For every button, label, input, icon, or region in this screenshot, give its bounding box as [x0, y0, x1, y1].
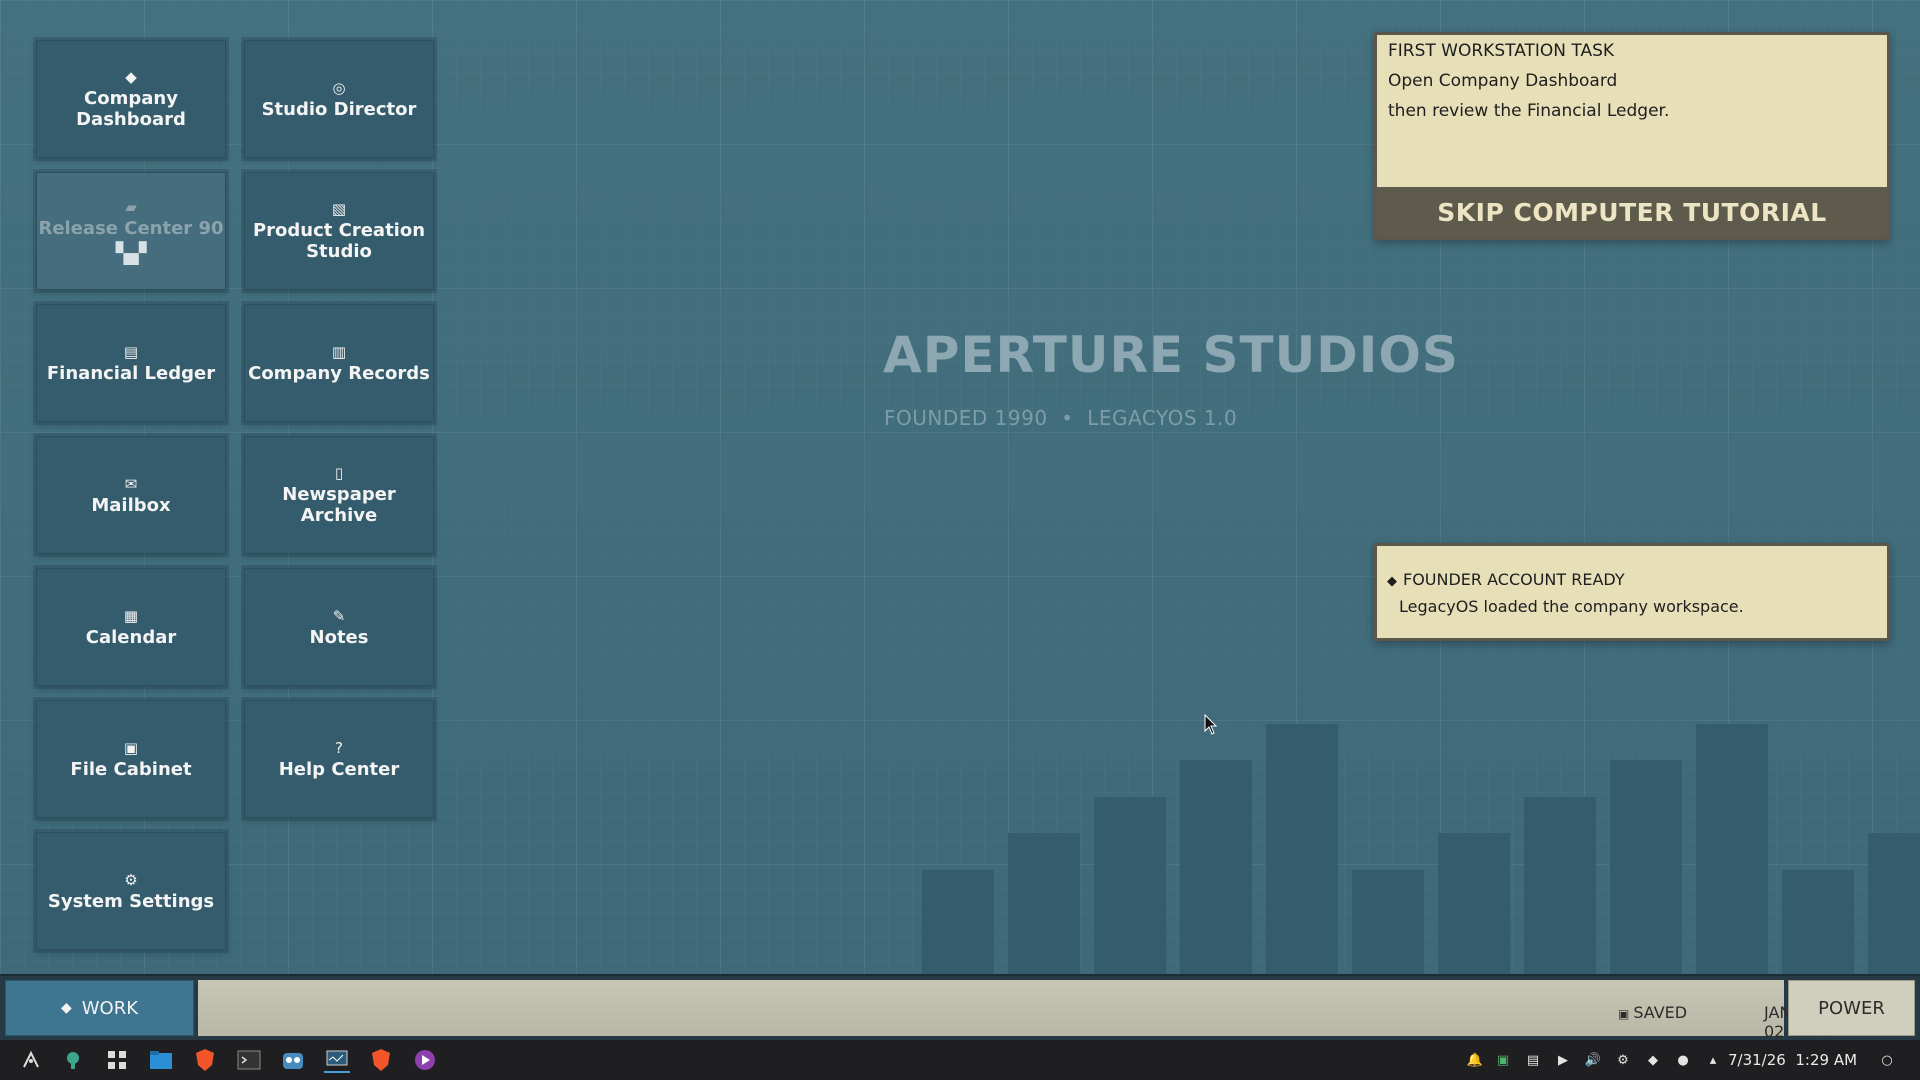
- media-icon[interactable]: ▶: [1554, 1051, 1572, 1069]
- tutorial-task-card: FIRST WORKSTATION TASK Open Company Dash…: [1374, 32, 1890, 240]
- terminal-icon[interactable]: [236, 1047, 262, 1073]
- work-label: WORK: [81, 997, 139, 1019]
- plasma-icon[interactable]: [60, 1047, 86, 1073]
- brave-browser-icon[interactable]: [192, 1047, 218, 1073]
- release-center-label: Release Center 90: [38, 217, 224, 239]
- settings-icon[interactable]: ⚙: [1614, 1051, 1632, 1069]
- show-desktop-icon[interactable]: ○: [1878, 1051, 1896, 1069]
- calendar-label: Calendar: [85, 626, 177, 648]
- godot-icon[interactable]: [280, 1047, 306, 1073]
- calendar-icon-tile[interactable]: ▦ Calendar: [36, 568, 226, 686]
- mouse-cursor-icon: [1204, 714, 1218, 735]
- question-icon: ?: [335, 738, 343, 757]
- notification-title-row: ◆ FOUNDER ACCOUNT READY: [1387, 570, 1625, 589]
- os-clock[interactable]: 7/31/26 1:29 AM: [1728, 1051, 1857, 1069]
- studio-director-label: Studio Director: [261, 98, 417, 120]
- company-records-icon-tile[interactable]: ▥ Company Records: [244, 304, 434, 422]
- target-icon: ◎: [332, 78, 346, 97]
- notification-icon[interactable]: 🔔: [1466, 1051, 1484, 1069]
- help-center-icon-tile[interactable]: ? Help Center: [244, 700, 434, 818]
- work-button[interactable]: ◆ WORK: [5, 980, 194, 1036]
- notification-body: LegacyOS loaded the company workspace.: [1399, 597, 1744, 616]
- file-cabinet-label: File Cabinet: [70, 758, 192, 780]
- notification-title: FOUNDER ACCOUNT READY: [1403, 570, 1625, 589]
- studio-title: APERTURE STUDIOS: [883, 326, 1459, 384]
- notes-icon-tile[interactable]: ✎ Notes: [244, 568, 434, 686]
- company-dashboard-label: Company Dashboard: [76, 88, 186, 130]
- records-icon: ▥: [331, 342, 347, 361]
- launcher-icon[interactable]: [18, 1047, 44, 1073]
- volume-icon[interactable]: 🔊: [1584, 1051, 1602, 1069]
- game-taskbar-tray: ▣SAVED JAN 02 8:08 AM: [198, 980, 1830, 1060]
- saved-label: SAVED: [1633, 1003, 1688, 1022]
- os-time: 1:29 AM: [1795, 1051, 1858, 1069]
- wifi-icon[interactable]: ◆: [1644, 1051, 1662, 1069]
- mailbox-label: Mailbox: [91, 494, 171, 516]
- saved-indicator: ▣ SAVED: [1618, 1003, 1687, 1022]
- system-monitor-icon[interactable]: [324, 1047, 350, 1073]
- newspaper-archive-label: Newspaper Archive: [282, 484, 396, 526]
- app-grid-icon[interactable]: [104, 1047, 130, 1073]
- task-line-1: Open Company Dashboard: [1388, 71, 1618, 91]
- desktop: ◆ Company Dashboard ◎ Studio Director ▰ …: [0, 0, 1920, 974]
- tray-expand-icon[interactable]: ▴: [1704, 1051, 1722, 1069]
- mailbox-icon-tile[interactable]: ✉ Mailbox: [36, 436, 226, 554]
- media-player-icon[interactable]: [412, 1047, 438, 1073]
- envelope-icon: ✉: [124, 474, 138, 493]
- skip-tutorial-button[interactable]: SKIP COMPUTER TUTORIAL: [1377, 187, 1887, 237]
- newspaper-archive-icon-tile[interactable]: ▯ Newspaper Archive: [244, 436, 434, 554]
- os-date: 7/31/26: [1728, 1051, 1786, 1069]
- task-title: FIRST WORKSTATION TASK: [1388, 41, 1615, 61]
- studio-icon: ▧: [331, 200, 347, 218]
- company-records-label: Company Records: [248, 362, 430, 384]
- ledger-icon: ▤: [123, 342, 139, 361]
- product-creation-studio-icon-tile[interactable]: ▧ Product Creation Studio: [244, 172, 434, 290]
- task-line-2: then review the Financial Ledger.: [1388, 101, 1670, 121]
- save-icon: ▣: [1618, 1007, 1630, 1021]
- game-taskbar: ◆ WORK ▣SAVED JAN 02 8:08 AM POWER: [0, 974, 1920, 1060]
- system-settings-icon-tile[interactable]: ⚙ System Settings: [36, 832, 226, 950]
- diamond-icon: ◆: [1387, 574, 1397, 589]
- release-center-icon-tile[interactable]: ▰ Release Center 90 ▚▞: [36, 172, 226, 290]
- pencil-icon: ✎: [332, 606, 346, 625]
- notes-label: Notes: [309, 626, 369, 648]
- founder-notification: ◆ FOUNDER ACCOUNT READY LegacyOS loaded t…: [1374, 543, 1890, 641]
- release-icon: ▰: [125, 197, 137, 216]
- cabinet-icon: ▣: [123, 738, 139, 757]
- os-taskbar: 🔔 ▣ ▤ ▶ 🔊 ⚙ ◆ ● ▴ 7/31/26 1:29 AM ○: [0, 1040, 1920, 1080]
- clipboard-icon[interactable]: ▤: [1524, 1051, 1542, 1069]
- gear-icon: ⚙: [124, 870, 138, 889]
- qr-code-icon: ▚▞: [115, 240, 147, 265]
- file-manager-icon[interactable]: [148, 1047, 174, 1073]
- display-icon[interactable]: ▣: [1494, 1051, 1512, 1069]
- newspaper-icon: ▯: [334, 464, 344, 482]
- diamond-icon: ◆: [60, 1000, 72, 1016]
- financial-ledger-icon-tile[interactable]: ▤ Financial Ledger: [36, 304, 226, 422]
- studio-director-icon-tile[interactable]: ◎ Studio Director: [244, 40, 434, 158]
- brave-browser-icon[interactable]: [368, 1047, 394, 1073]
- file-cabinet-icon-tile[interactable]: ▣ File Cabinet: [36, 700, 226, 818]
- help-center-label: Help Center: [278, 758, 400, 780]
- company-dashboard-icon-tile[interactable]: ◆ Company Dashboard: [36, 40, 226, 158]
- financial-ledger-label: Financial Ledger: [46, 362, 216, 384]
- power-button[interactable]: POWER: [1788, 980, 1915, 1036]
- system-settings-label: System Settings: [47, 890, 215, 912]
- studio-subtitle: FOUNDED 1990 • LEGACYOS 1.0: [884, 406, 1238, 430]
- update-icon[interactable]: ●: [1674, 1051, 1692, 1069]
- product-creation-studio-label: Product Creation Studio: [252, 220, 426, 262]
- diamond-icon: ◆: [125, 68, 137, 86]
- calendar-icon: ▦: [123, 606, 139, 625]
